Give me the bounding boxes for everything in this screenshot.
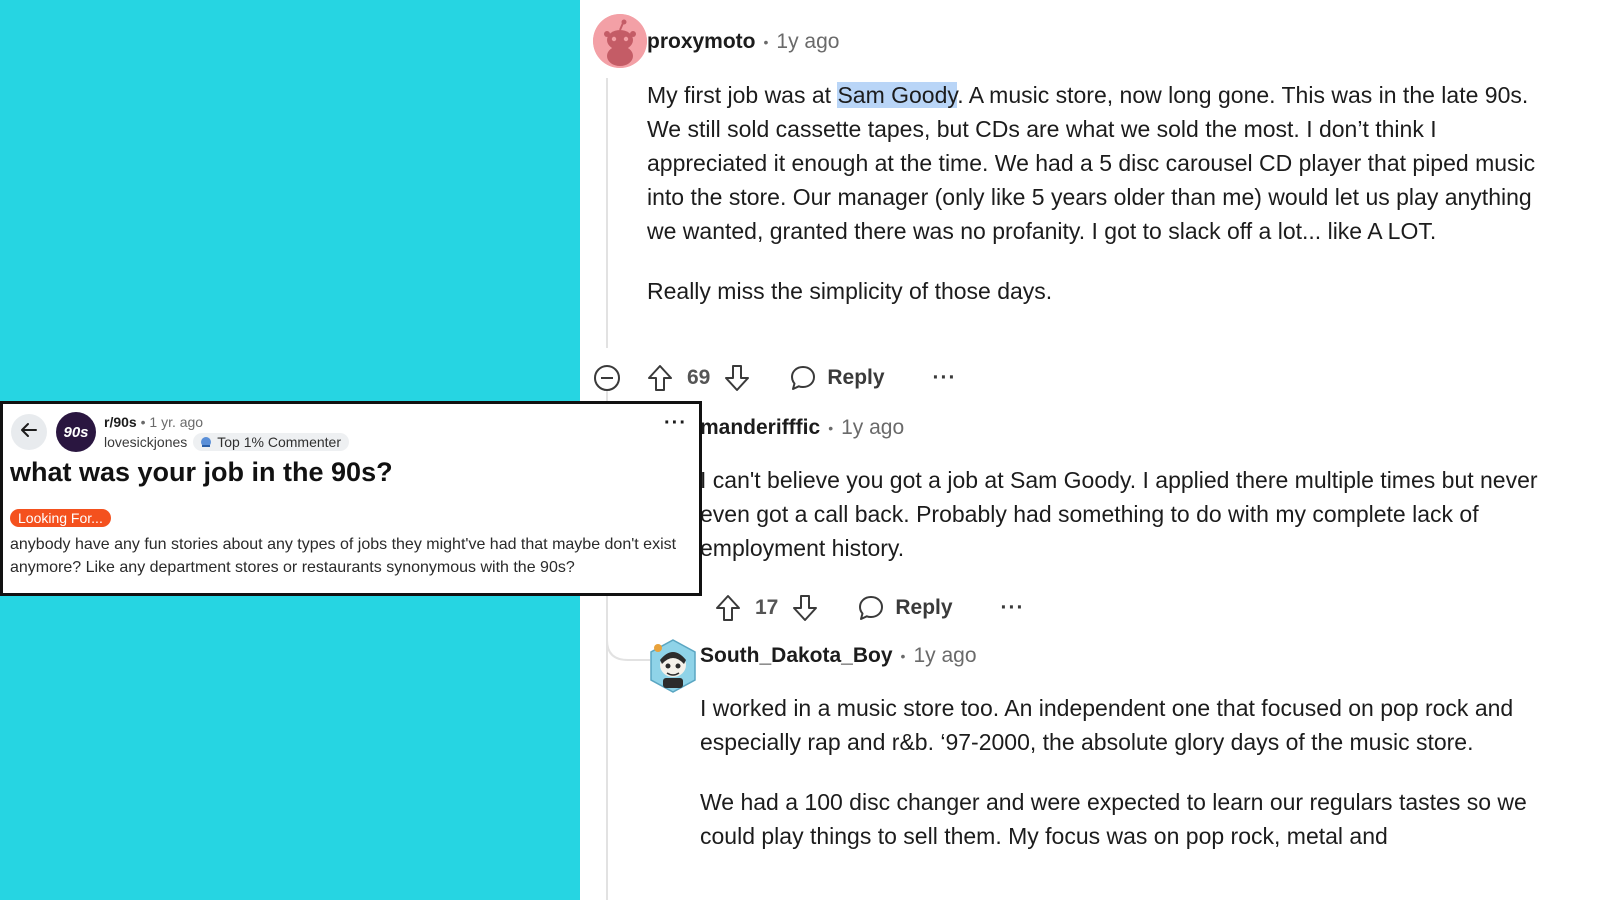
badge-label: Top 1% Commenter xyxy=(217,434,341,450)
post-meta: r/90s • 1 yr. ago xyxy=(104,414,203,430)
vote-count: 69 xyxy=(687,366,711,389)
post-author[interactable]: lovesickjones xyxy=(104,434,187,450)
comment-body: My first job was at Sam Goody. A music s… xyxy=(647,78,1552,308)
more-icon[interactable]: ··· xyxy=(664,412,687,435)
comment-paragraph: We had a 100 disc changer and were expec… xyxy=(700,789,1527,849)
reply-label: Reply xyxy=(827,366,885,389)
subreddit-avatar-text: 90s xyxy=(63,423,89,441)
commenter-badge: Top 1% Commenter xyxy=(193,433,349,451)
back-button[interactable] xyxy=(11,414,47,450)
upvote-icon[interactable] xyxy=(646,364,674,392)
post-body: anybody have any fun stories about any t… xyxy=(10,536,677,576)
downvote-icon[interactable] xyxy=(791,594,819,622)
comment-text: I worked in a music store too. An indepe… xyxy=(700,695,1514,755)
avatar[interactable] xyxy=(648,638,698,694)
reply-button[interactable]: Reply xyxy=(789,364,885,392)
timestamp[interactable]: 1y ago xyxy=(776,30,839,54)
comment-text: My first job was at xyxy=(647,82,838,108)
comment-icon xyxy=(857,594,885,622)
comment-text: I can't believe you got a job at Sam Goo… xyxy=(700,467,1538,561)
timestamp[interactable]: 1y ago xyxy=(841,416,904,440)
comment-body: I can't believe you got a job at Sam Goo… xyxy=(700,463,1550,565)
separator-dot: • xyxy=(828,420,834,436)
reply-label: Reply xyxy=(895,596,953,619)
post-author-row: lovesickjones Top 1% Commenter xyxy=(104,433,349,451)
post-title: what was your job in the 90s? xyxy=(10,457,393,487)
comment-actions: 69 Reply ··· xyxy=(593,364,957,392)
username[interactable]: proxymoto xyxy=(647,30,756,54)
downvote-icon[interactable] xyxy=(723,364,751,392)
thread-connector xyxy=(606,640,650,661)
comment-header: South_Dakota_Boy • 1y ago xyxy=(700,644,977,668)
comment-header: proxymoto • 1y ago xyxy=(647,30,839,54)
comment-body: I worked in a music store too. An indepe… xyxy=(700,691,1550,853)
post-flair[interactable]: Looking For... xyxy=(10,509,111,527)
collapse-icon[interactable] xyxy=(593,364,621,392)
post-card: 90s r/90s • 1 yr. ago lovesickjones Top … xyxy=(0,401,702,596)
timestamp[interactable]: 1y ago xyxy=(913,644,976,668)
separator-dot: • xyxy=(763,34,769,50)
vote-count: 17 xyxy=(755,596,779,619)
separator-dot: • xyxy=(900,648,906,664)
comment-header: manderifffic • 1y ago xyxy=(700,416,904,440)
comment-icon xyxy=(789,364,817,392)
back-arrow-icon xyxy=(19,420,39,445)
highlighted-text: Sam Goody xyxy=(837,82,958,108)
more-icon[interactable]: ··· xyxy=(1001,596,1025,620)
avatar[interactable] xyxy=(593,14,647,68)
comment-actions: 17 Reply ··· xyxy=(714,594,1025,622)
comment-paragraph: Really miss the simplicity of those days… xyxy=(647,278,1053,304)
subreddit-avatar[interactable]: 90s xyxy=(56,412,96,452)
badge-icon xyxy=(199,435,213,449)
username[interactable]: South_Dakota_Boy xyxy=(700,644,893,668)
upvote-icon[interactable] xyxy=(714,594,742,622)
comment-thread: proxymoto • 1y ago My first job was at S… xyxy=(580,0,1600,900)
post-time: 1 yr. ago xyxy=(149,414,204,430)
separator-dot: • xyxy=(140,414,146,430)
subreddit-name[interactable]: r/90s xyxy=(104,414,137,430)
reply-button[interactable]: Reply xyxy=(857,594,953,622)
thread-line xyxy=(606,78,608,348)
username[interactable]: manderifffic xyxy=(700,416,820,440)
more-icon[interactable]: ··· xyxy=(933,366,957,390)
